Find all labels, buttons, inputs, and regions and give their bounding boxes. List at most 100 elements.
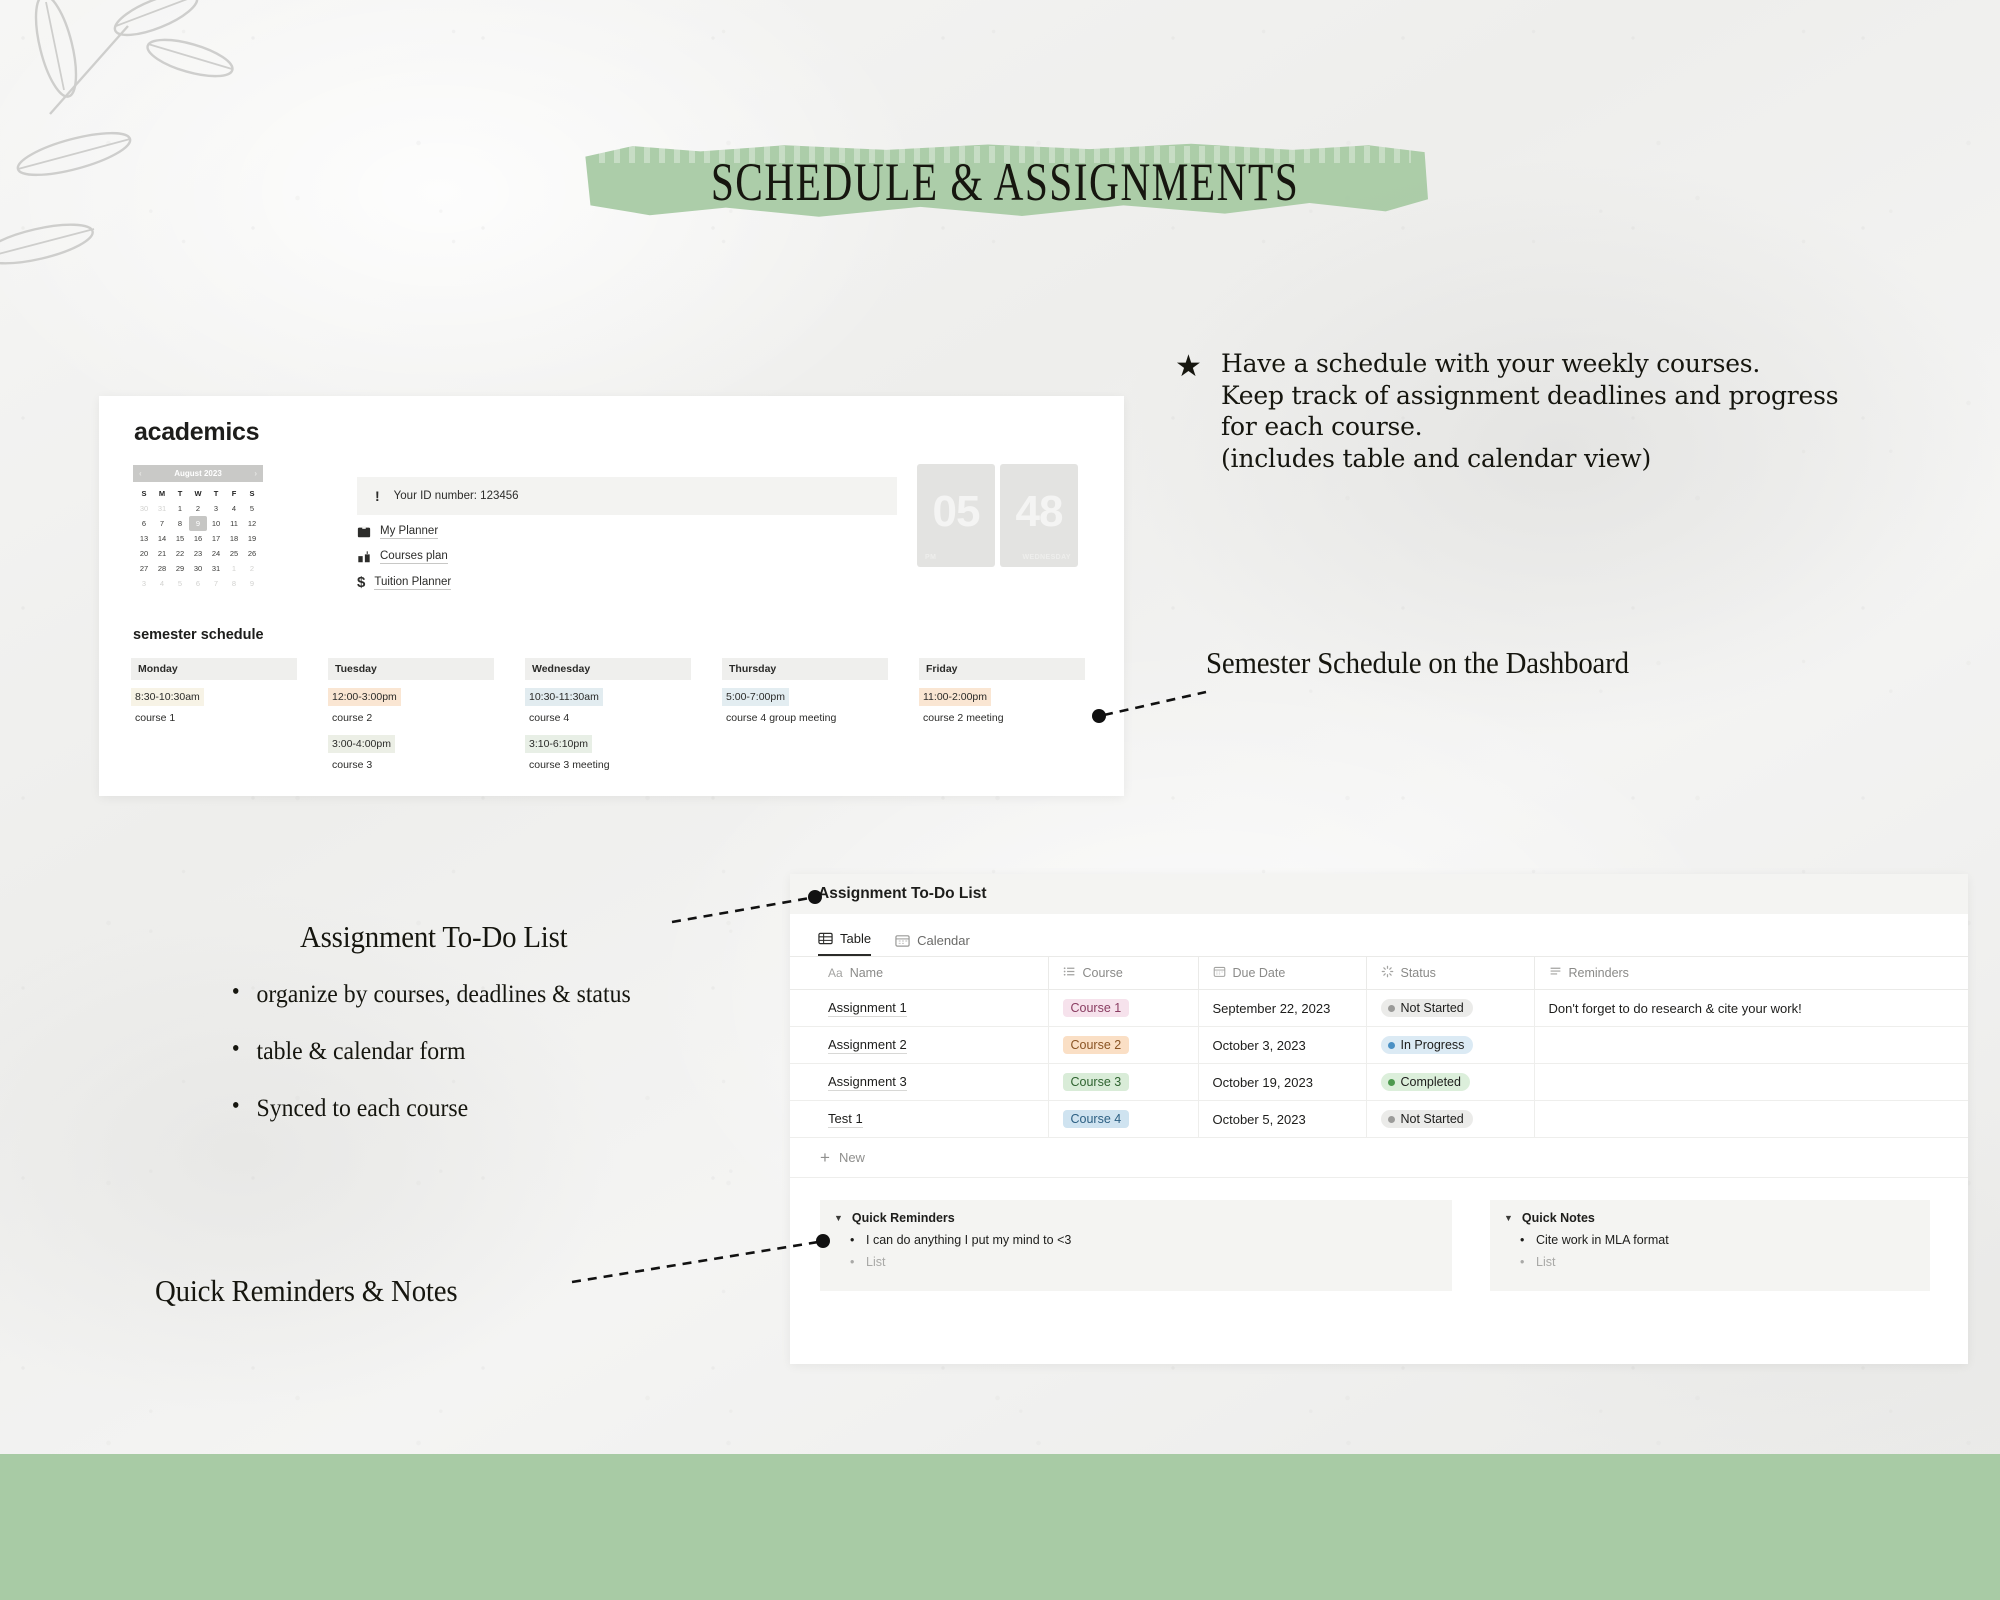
cell-due-date[interactable]: October 3, 2023 [1198, 1026, 1367, 1064]
schedule-time: 8:30-10:30am [131, 688, 204, 706]
chevron-right-icon[interactable]: › [254, 469, 257, 478]
quick-notes-header[interactable]: ▼ Quick Notes [1490, 1211, 1930, 1225]
calendar-day[interactable]: 20 [135, 546, 153, 561]
calendar-day[interactable]: 13 [135, 531, 153, 546]
table-row[interactable]: Assignment 1 Course 1 September 22, 2023 No… [790, 989, 1968, 1027]
annotation-line: for each course. [1221, 412, 1423, 441]
calendar-day[interactable]: 28 [153, 561, 171, 576]
calendar-day[interactable]: 11 [225, 516, 243, 531]
column-header[interactable]: Due Date [1198, 956, 1367, 990]
cell-reminders[interactable] [1534, 1063, 1968, 1101]
new-row-button[interactable]: + New [790, 1138, 1968, 1178]
quick-reminders-header[interactable]: ▼ Quick Reminders [820, 1211, 1452, 1225]
cell-name[interactable]: Assignment 2 [790, 1026, 1049, 1064]
cell-status[interactable]: Completed [1366, 1063, 1535, 1101]
cell-course[interactable]: Course 2 [1048, 1026, 1199, 1064]
calendar-day[interactable]: 6 [135, 516, 153, 531]
table-row[interactable]: Assignment 2 Course 2 October 3, 2023 In Pr… [790, 1026, 1968, 1064]
annotation-bullet: table & calendar form [228, 1036, 631, 1066]
cell-status[interactable]: Not Started [1366, 1100, 1535, 1138]
list-item[interactable]: Cite work in MLA format [1520, 1233, 1930, 1247]
calendar-day[interactable]: 30 [189, 561, 207, 576]
list-item[interactable]: List [1520, 1255, 1930, 1269]
table-header-row: Aa Name Course Due Date Status Reminders [790, 956, 1968, 990]
calendar-day[interactable]: 18 [225, 531, 243, 546]
cell-name[interactable]: Assignment 1 [790, 989, 1049, 1027]
cell-reminders[interactable] [1534, 1026, 1968, 1064]
student-id-text: Your ID number: 123456 [393, 490, 519, 502]
column-header[interactable]: Course [1048, 956, 1199, 990]
mini-calendar-grid[interactable]: S M T W T F S 30 31 1 2 3 4 5 6 7 8 9 10 11 12 13 14 15 16 17 18 19… [133, 482, 263, 593]
triangle-down-icon[interactable]: ▼ [1504, 1213, 1513, 1223]
calendar-day[interactable]: 21 [153, 546, 171, 561]
calendar-day[interactable]: 9 [189, 516, 207, 531]
calendar-day[interactable]: 16 [189, 531, 207, 546]
cell-name[interactable]: Assignment 3 [790, 1063, 1049, 1101]
calendar-day[interactable]: 31 [153, 501, 171, 516]
calendar-day[interactable]: 5 [171, 576, 189, 591]
list-item[interactable]: I can do anything I put my mind to <3 [850, 1233, 1452, 1247]
calendar-day[interactable]: 7 [153, 516, 171, 531]
cell-due-date[interactable]: October 19, 2023 [1198, 1063, 1367, 1101]
calendar-day[interactable]: 26 [243, 546, 261, 561]
cell-reminders[interactable]: Don't forget to do research & cite your … [1534, 989, 1968, 1027]
column-header[interactable]: Reminders [1534, 956, 1968, 990]
calendar-day[interactable]: 24 [207, 546, 225, 561]
cell-status[interactable]: In Progress [1366, 1026, 1535, 1064]
calendar-day[interactable]: 4 [153, 576, 171, 591]
calendar-day[interactable]: 4 [225, 501, 243, 516]
mini-calendar-month: August 2023 [174, 469, 222, 478]
calendar-day[interactable]: 29 [171, 561, 189, 576]
calendar-dow: W [194, 489, 202, 498]
calendar-day[interactable]: 1 [171, 501, 189, 516]
calendar-day[interactable]: 30 [135, 501, 153, 516]
cell-due-date[interactable]: September 22, 2023 [1198, 989, 1367, 1027]
calendar-day[interactable]: 2 [243, 561, 261, 576]
column-header[interactable]: Aa Name [790, 956, 1049, 990]
calendar-day[interactable]: 31 [207, 561, 225, 576]
calendar-dow: T [177, 489, 183, 498]
course-tag: Course 4 [1062, 1110, 1130, 1128]
calendar-day[interactable]: 3 [135, 576, 153, 591]
mini-calendar[interactable]: ‹ August 2023 › S M T W T F S 30 31 1 2 3 4 5 6 7 8 9 10 11… [133, 465, 263, 593]
page-title: SCHEDULE & ASSIGNMENTS [710, 150, 1300, 212]
calendar-day[interactable]: 17 [207, 531, 225, 546]
dashboard-link-courses-plan[interactable]: Courses plan [357, 550, 448, 564]
clock-hour: 05 [932, 486, 981, 536]
calendar-day[interactable]: 7 [207, 576, 225, 591]
calendar-day[interactable]: 8 [225, 576, 243, 591]
calendar-day[interactable]: 1 [225, 561, 243, 576]
calendar-day[interactable]: 23 [189, 546, 207, 561]
calendar-day[interactable]: 6 [189, 576, 207, 591]
calendar-day[interactable]: 27 [135, 561, 153, 576]
calendar-day[interactable]: 2 [189, 501, 207, 516]
cell-name[interactable]: Test 1 [790, 1100, 1049, 1138]
list-item[interactable]: List [850, 1255, 1452, 1269]
calendar-day[interactable]: 3 [207, 501, 225, 516]
cell-course[interactable]: Course 1 [1048, 989, 1199, 1027]
triangle-down-icon[interactable]: ▼ [834, 1213, 843, 1223]
column-header[interactable]: Status [1366, 956, 1535, 990]
calendar-day[interactable]: 9 [243, 576, 261, 591]
calendar-day[interactable]: 15 [171, 531, 189, 546]
cell-reminders[interactable] [1534, 1100, 1968, 1138]
chevron-left-icon[interactable]: ‹ [139, 469, 142, 478]
calendar-day[interactable]: 14 [153, 531, 171, 546]
tab-calendar[interactable]: Calendar [895, 933, 970, 956]
cell-course[interactable]: Course 4 [1048, 1100, 1199, 1138]
cell-status[interactable]: Not Started [1366, 989, 1535, 1027]
calendar-day[interactable]: 10 [207, 516, 225, 531]
cell-course[interactable]: Course 3 [1048, 1063, 1199, 1101]
table-row[interactable]: Test 1 Course 4 October 5, 2023 Not Started [790, 1100, 1968, 1138]
calendar-day[interactable]: 25 [225, 546, 243, 561]
calendar-day[interactable]: 5 [243, 501, 261, 516]
cell-due-date[interactable]: October 5, 2023 [1198, 1100, 1367, 1138]
calendar-day[interactable]: 12 [243, 516, 261, 531]
calendar-day[interactable]: 19 [243, 531, 261, 546]
calendar-day[interactable]: 8 [171, 516, 189, 531]
calendar-day[interactable]: 22 [171, 546, 189, 561]
table-row[interactable]: Assignment 3 Course 3 October 19, 2023 Comp… [790, 1063, 1968, 1101]
dashboard-link-tuition-planner[interactable]: $ Tuition Planner [357, 575, 452, 590]
schedule-day-header: Monday [131, 658, 297, 680]
dashboard-link-my-planner[interactable]: My Planner [357, 525, 439, 539]
